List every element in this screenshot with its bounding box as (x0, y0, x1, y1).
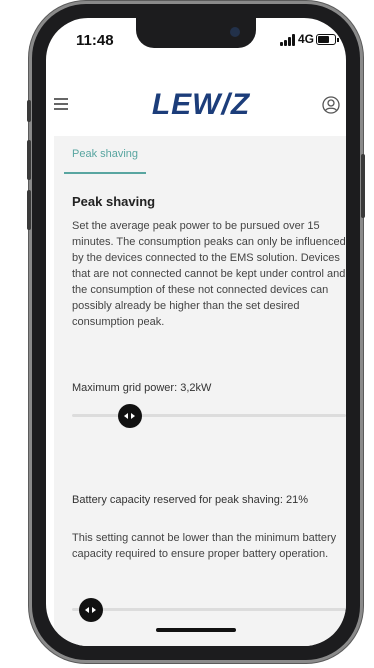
network-type: 4G (298, 32, 315, 46)
battery-reserve-note: This setting cannot be lower than the mi… (72, 532, 337, 560)
grid-power-label: Maximum grid power: 3,2kW (72, 382, 212, 394)
front-camera-icon (230, 27, 240, 37)
phone-frame: 11:48 4G LEW/Z Peak shaving Peak shaving… (27, 4, 365, 660)
slider-thumb[interactable] (117, 404, 142, 428)
status-time: 11:48 (76, 32, 114, 49)
tab-peak-shaving[interactable]: Peak shaving (64, 148, 147, 174)
signal-icon (280, 34, 296, 46)
grid-power-slider[interactable] (72, 404, 346, 428)
home-indicator (156, 628, 236, 632)
app-logo: LEW/Z (151, 88, 251, 121)
user-icon[interactable] (322, 96, 340, 114)
power-button (361, 154, 365, 218)
settings-panel: Peak shaving Peak shaving Set the averag… (54, 136, 346, 646)
notch (136, 18, 256, 48)
section-title: Peak shaving (72, 194, 156, 209)
tab-bar: Peak shaving (54, 136, 346, 176)
app-header: LEW/Z (46, 78, 346, 134)
hamburger-icon[interactable] (54, 98, 68, 110)
slider-track (72, 608, 346, 611)
battery-reserve-label: Battery capacity reserved for peak shavi… (72, 494, 309, 506)
status-bar: 11:48 4G (46, 18, 346, 64)
battery-icon (316, 34, 339, 45)
volume-down-button (27, 190, 31, 230)
section-description: Set the average peak power to be pursued… (72, 220, 346, 328)
volume-up-button (27, 140, 31, 180)
slider-thumb[interactable] (79, 598, 104, 622)
battery-reserve-slider[interactable] (72, 598, 346, 622)
mute-switch (27, 100, 31, 122)
slider-track (72, 414, 346, 417)
phone-screen: 11:48 4G LEW/Z Peak shaving Peak shaving… (46, 18, 346, 646)
